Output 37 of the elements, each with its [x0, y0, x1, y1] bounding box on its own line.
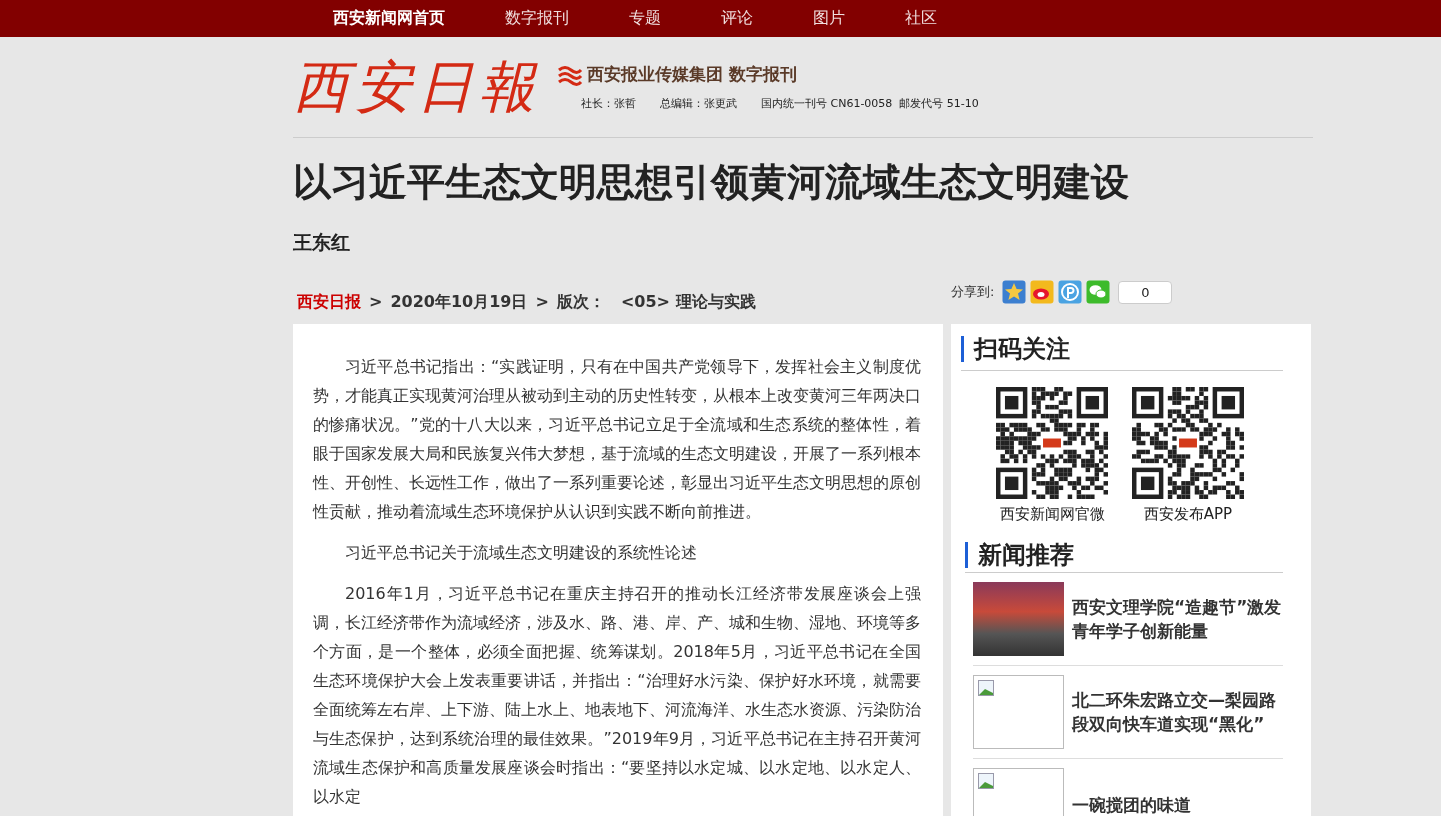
article-paragraph: 习近平总书记关于流域生态文明建设的系统性论述 [344, 542, 698, 565]
author-name: 王东红 [293, 229, 351, 255]
section-heading: 新闻推荐 [965, 542, 1283, 569]
masthead-credit: 总编辑：张更武 [660, 95, 737, 112]
masthead-credit: 国内统一刊号 CN61-0058 邮发代号 51-10 [761, 95, 979, 112]
news-headline[interactable]: 西安文理学院“造趣节”激发青年学子创新能量 [1072, 595, 1283, 644]
edition-label: 版次： [556, 291, 605, 314]
nav-link-item[interactable]: 西安新闻网首页 [333, 0, 445, 36]
nav-link-item[interactable]: 专题 [629, 0, 661, 36]
qr-caption: 西安发布APP [1143, 504, 1233, 526]
newspaper-logo: 西安日報 [293, 59, 541, 115]
weibo-icon[interactable] [1030, 280, 1055, 305]
group-name: 西安报业传媒集团 数字报刊 [587, 63, 797, 86]
news-headline[interactable]: 一碗搅团的味道 [1072, 793, 1191, 816]
share-count: 0 [1118, 280, 1173, 304]
nav-link-item[interactable]: 数字报刊 [505, 0, 569, 36]
news-headline[interactable]: 北二环朱宏路立交—梨园路段双向快车道实现“黑化” [1072, 688, 1283, 737]
share-label: 分享到: [951, 283, 995, 302]
nav-link-item[interactable]: 社区 [905, 0, 937, 36]
qr-caption: 西安新闻网官微 [999, 504, 1105, 526]
wechat-icon[interactable] [1086, 280, 1111, 305]
issue-date: 2020年10月19日 [390, 291, 528, 314]
broken-image-icon [978, 680, 994, 697]
article-paragraph: 2016年1月，习近平总书记在重庆主持召开的推动长江经济带发展座谈会上强调，长江经济带作为流域经济，涉及水、路、港、岸、产、城和生物、湿地、环境等多个方面，是一个整体，必须全面把握、统筹谋划。2018年5月，习近平总书记在全国生态环境保护大会上发表重要讲话，并指出：“治理好水污染、保护好水环境，就需要全面统筹左右岸、上下游、陆上水上、地表地下、河流海洋、水生态水资源、污染防治与生态保护，达到系统治理的最佳效果。”2019年9月，习近平总书记在主持召开黄河流域生态保护和高质量发展座谈会时指出：“要坚持以水定城、以水定地、以水定人、以水定 [313, 583, 921, 809]
nav-link-item[interactable]: 图片 [813, 0, 845, 36]
nav-link-item[interactable]: 评论 [721, 0, 753, 36]
breadcrumb-link[interactable]: 西安日报 [297, 290, 361, 315]
p-logo-icon[interactable] [1058, 280, 1083, 305]
article-paragraph: 习近平总书记指出：“实践证明，只有在中国共产党领导下，发挥社会主义制度优势，才能真正实现黄河治理从被动到主动的历史性转变，从根本上改变黄河三年两决口的惨痛状况。”党的十八大以来，习近平总书记立足于全流域和生态系统的整体性，着眼于国家发展大局和民族复兴伟大梦想，基于流域的生态文明建设，开展了一系列根本性、开创性、长远性工作，做出了一系列重要论述，彰显出习近平生态文明思想的原创性贡献，推动着流域生态环境保护从认识到实践不断向前推进。 [313, 356, 921, 524]
wave-emblem-icon [557, 63, 583, 86]
section-heading: 扫码关注 [961, 336, 1283, 363]
masthead-credit: 社长：张哲 [581, 95, 636, 112]
article-title: 以习近平生态文明思想引领黄河流域生态文明建设 [293, 160, 1130, 206]
breadcrumb-separator: > [535, 291, 549, 314]
breadcrumb-separator: > [369, 291, 383, 314]
edition-name: <05> 理论与实践 [620, 291, 756, 314]
broken-image-icon [978, 773, 994, 790]
